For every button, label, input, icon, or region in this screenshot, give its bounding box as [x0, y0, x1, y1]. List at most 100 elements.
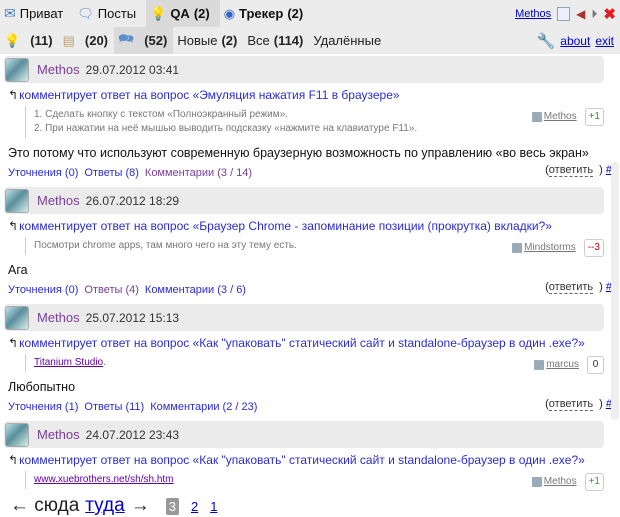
- eye-icon: ◉: [223, 5, 236, 21]
- tab-posts[interactable]: 🗨 Посты: [73, 0, 146, 27]
- calendar-icon[interactable]: [557, 7, 571, 21]
- speech-bubble-icon: 🗨: [77, 5, 94, 21]
- filter-questions[interactable]: 💡 (11): [0, 27, 59, 54]
- user-icon: [531, 112, 542, 122]
- scrollbar[interactable]: [611, 162, 619, 420]
- quote-author-link[interactable]: marcus: [534, 358, 579, 372]
- reply-link[interactable]: ответить: [548, 398, 594, 411]
- entry-header: Methos 24.07.2012 23:43: [4, 421, 604, 448]
- pagination: ← сюда туда → 3 2 1: [4, 495, 604, 517]
- comment-body: Это потому что используют современную бр…: [8, 146, 589, 160]
- entry-footer: Уточнения (0) Ответы (8) Комментарии (3 / …: [8, 164, 612, 179]
- entry-date: 26.07.2012 18:29: [85, 193, 180, 208]
- lightbulb-icon: 💡: [4, 32, 21, 48]
- answers-link[interactable]: Ответы (4): [84, 284, 139, 296]
- entry-date: 29.07.2012 03:41: [85, 62, 180, 77]
- entry-footer: Уточнения (0) Ответы (4) Комментарии (3 / …: [8, 281, 612, 296]
- entry-header: Methos 29.07.2012 03:41: [4, 56, 604, 83]
- avatar[interactable]: [5, 57, 29, 82]
- feed: Methos 29.07.2012 03:41 ↰комментирует отв…: [0, 54, 620, 517]
- wrench-icon[interactable]: 🔧: [537, 32, 556, 50]
- author-name[interactable]: Methos: [37, 310, 80, 325]
- page-2[interactable]: 2: [191, 499, 198, 514]
- user-icon: [531, 477, 542, 487]
- avatar[interactable]: [5, 305, 29, 330]
- author-name[interactable]: Methos: [37, 193, 80, 208]
- quote-link[interactable]: www.xuebrothers.net/sh/sh.htm: [34, 474, 174, 485]
- entry-footer: Уточнения (1) Ответы (11) Комментарии (2 /…: [8, 398, 612, 413]
- quote-line: 2. При нажатии на неё мышью выводить под…: [34, 123, 418, 134]
- filter-all[interactable]: Все (114): [243, 27, 309, 54]
- comments-link[interactable]: Комментарии (3 / 14): [145, 167, 252, 179]
- tab-tracker[interactable]: ◉ Трекер (2): [220, 0, 314, 27]
- filter-answers[interactable]: ▤ (20): [59, 27, 114, 54]
- comments-link[interactable]: Комментарии (2 / 23): [150, 401, 257, 413]
- comment-body: Любопытно: [8, 380, 76, 394]
- quoted-answer: Посмотри chrome apps, там много чего на …: [25, 237, 604, 257]
- reply-arrow-icon: ↰: [8, 88, 19, 102]
- filter-deleted[interactable]: Удалённые: [309, 27, 387, 54]
- vote-score: +1: [584, 108, 604, 126]
- reply-arrow-icon: ↰: [8, 453, 19, 467]
- feed-entry: Methos 24.07.2012 23:43 ↰комментирует отв…: [4, 421, 604, 491]
- vote-score: 0: [587, 356, 604, 374]
- exit-link[interactable]: exit: [595, 34, 614, 48]
- page-1[interactable]: 1: [210, 499, 217, 514]
- lightbulb-icon: 💡: [150, 5, 167, 21]
- comments-link[interactable]: Комментарии (3 / 6): [145, 284, 246, 296]
- filter-comments[interactable]: 🗪 (52): [114, 27, 174, 54]
- avatar[interactable]: [5, 422, 29, 447]
- vote-score: +1: [584, 473, 604, 491]
- entry-header: Methos 25.07.2012 15:13: [4, 304, 604, 331]
- next-page-link[interactable]: туда: [85, 495, 124, 517]
- play-icon[interactable]: ⏵: [591, 7, 597, 22]
- question-link[interactable]: комментирует ответ на вопрос «Как "упако…: [19, 453, 585, 467]
- question-link[interactable]: комментирует ответ на вопрос «Как "упако…: [19, 336, 585, 350]
- speech-bubbles-icon: 🗪: [118, 30, 135, 46]
- author-name[interactable]: Methos: [37, 62, 80, 77]
- quote-author-link[interactable]: Mindstorms: [512, 241, 576, 255]
- quoted-answer: 1. Сделать кнопку с текстом «Полноэкранн…: [25, 106, 604, 138]
- entry-header: Methos 26.07.2012 18:29: [4, 187, 604, 214]
- quote-link[interactable]: Titanium Studio: [34, 357, 103, 368]
- quoted-answer: www.xuebrothers.net/sh/sh.htm Methos +1: [25, 471, 604, 491]
- mute-icon[interactable]: ◀: [576, 7, 585, 21]
- comment-body: Ага: [8, 263, 28, 277]
- user-icon: [534, 360, 545, 370]
- feed-entry: Methos 26.07.2012 18:29 ↰комментирует отв…: [4, 187, 612, 298]
- filter-bar: 💡 (11) ▤ (20) 🗪 (52) Новые (2) Все (114) Удал…: [0, 27, 620, 54]
- reply-arrow-icon: ↰: [8, 336, 19, 350]
- reply-link[interactable]: ответить: [548, 281, 594, 294]
- tab-qa[interactable]: 💡 QA (2): [146, 0, 220, 27]
- avatar[interactable]: [5, 188, 29, 213]
- filter-new[interactable]: Новые (2): [173, 27, 243, 54]
- answers-link[interactable]: Ответы (8): [84, 167, 139, 179]
- entry-date: 24.07.2012 23:43: [85, 427, 180, 442]
- vote-score: --3: [583, 239, 604, 257]
- page-3[interactable]: 3: [165, 497, 179, 515]
- question-link[interactable]: комментирует ответ на вопрос «Эмуляция н…: [19, 88, 400, 102]
- user-icon: [512, 243, 523, 253]
- comment-icon: ▤: [62, 32, 75, 48]
- answers-link[interactable]: Ответы (11): [84, 401, 144, 413]
- reply-link[interactable]: ответить: [548, 164, 594, 177]
- clarifications-link[interactable]: Уточнения (0): [8, 167, 78, 179]
- quote-line: 1. Сделать кнопку с текстом «Полноэкранн…: [34, 109, 288, 120]
- close-icon[interactable]: ✖: [603, 5, 616, 23]
- clarifications-link[interactable]: Уточнения (0): [8, 284, 78, 296]
- quote-author-link[interactable]: Methos: [531, 110, 577, 124]
- tab-private[interactable]: ✉ Приват: [0, 0, 73, 27]
- entry-date: 25.07.2012 15:13: [85, 310, 180, 325]
- reply-arrow-icon: ↰: [8, 219, 19, 233]
- about-link[interactable]: about: [560, 34, 590, 48]
- clarifications-link[interactable]: Уточнения (1): [8, 401, 78, 413]
- question-link[interactable]: комментирует ответ на вопрос «Браузер Ch…: [19, 219, 552, 233]
- user-link[interactable]: Methos: [515, 8, 551, 20]
- quoted-answer: Titanium Studio. marcus 0: [25, 354, 604, 374]
- top-tab-bar: ✉ Приват 🗨 Посты 💡 QA (2) ◉ Трекер (2) Methos …: [0, 0, 620, 27]
- feed-entry: Methos 29.07.2012 03:41 ↰комментирует отв…: [4, 56, 612, 181]
- prev-page[interactable]: ← сюда: [10, 495, 79, 517]
- quote-author-link[interactable]: Methos: [531, 475, 577, 489]
- author-name[interactable]: Methos: [37, 427, 80, 442]
- feed-entry: Methos 25.07.2012 15:13 ↰комментирует отв…: [4, 304, 612, 415]
